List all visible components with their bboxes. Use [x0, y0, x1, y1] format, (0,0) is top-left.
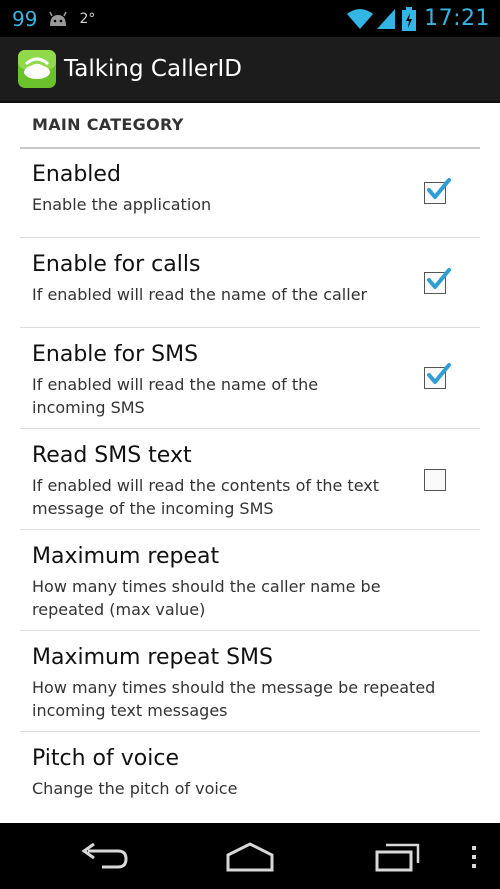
pref-enable-sms[interactable]: Enable for SMS If enabled will read the …	[20, 327, 480, 429]
pref-title: Pitch of voice	[32, 746, 179, 771]
pref-summary: If enabled will read the contents of the…	[32, 476, 379, 518]
calls-checkbox[interactable]	[424, 268, 451, 294]
navigation-bar	[0, 823, 500, 889]
temperature: 2°	[79, 10, 96, 27]
pref-enabled[interactable]: Enabled Enable the application	[20, 147, 480, 238]
recent-apps-icon[interactable]	[374, 841, 422, 873]
category-label: MAIN CATEGORY	[32, 115, 184, 134]
checkmark-icon	[427, 268, 451, 289]
pref-summary: Enable the application	[32, 195, 212, 214]
pref-title: Read SMS text	[32, 443, 192, 468]
pref-summary: How many times should the message be rep…	[32, 678, 436, 720]
android-icon	[49, 11, 68, 26]
home-icon[interactable]	[225, 841, 275, 873]
pref-pitch-of-voice[interactable]: Pitch of voice Change the pitch of voice	[20, 731, 480, 823]
pref-maximum-repeat-sms[interactable]: Maximum repeat SMS How many times should…	[20, 630, 480, 732]
pref-summary: If enabled will read the name of the inc…	[32, 375, 319, 417]
battery-icon	[402, 6, 417, 31]
pref-summary: Change the pitch of voice	[32, 779, 238, 798]
sms-checkbox[interactable]	[424, 363, 451, 389]
pref-title: Enable for calls	[32, 252, 201, 277]
app-icon[interactable]	[18, 50, 56, 88]
status-bar: 99 2° 17:21	[0, 0, 500, 37]
pref-summary: If enabled will read the name of the cal…	[32, 285, 368, 304]
preference-list[interactable]: MAIN CATEGORY Enabled Enable the applica…	[0, 103, 500, 823]
app-title: Talking CallerID	[64, 56, 242, 82]
wifi-icon	[347, 8, 374, 29]
pref-read-sms-text[interactable]: Read SMS text If enabled will read the c…	[20, 428, 480, 530]
pref-title: Enabled	[32, 162, 121, 187]
category-header: MAIN CATEGORY	[20, 103, 480, 149]
pref-maximum-repeat[interactable]: Maximum repeat How many times should the…	[20, 529, 480, 631]
clock: 17:21	[424, 6, 490, 31]
pref-title: Maximum repeat SMS	[32, 645, 274, 670]
pref-enable-calls[interactable]: Enable for calls If enabled will read th…	[20, 237, 480, 328]
back-icon[interactable]	[80, 843, 128, 871]
pref-title: Enable for SMS	[32, 342, 199, 367]
signal-icon	[377, 8, 396, 29]
notification-count: 99	[12, 6, 38, 31]
action-bar: Talking CallerID	[0, 37, 500, 103]
enabled-checkbox[interactable]	[424, 178, 451, 204]
checkmark-icon	[427, 178, 451, 199]
pref-title: Maximum repeat	[32, 544, 220, 569]
overflow-menu-icon[interactable]	[470, 845, 478, 869]
checkmark-icon	[427, 363, 451, 384]
pref-summary: How many times should the caller name be…	[32, 577, 381, 619]
read-sms-checkbox[interactable]	[424, 469, 446, 491]
